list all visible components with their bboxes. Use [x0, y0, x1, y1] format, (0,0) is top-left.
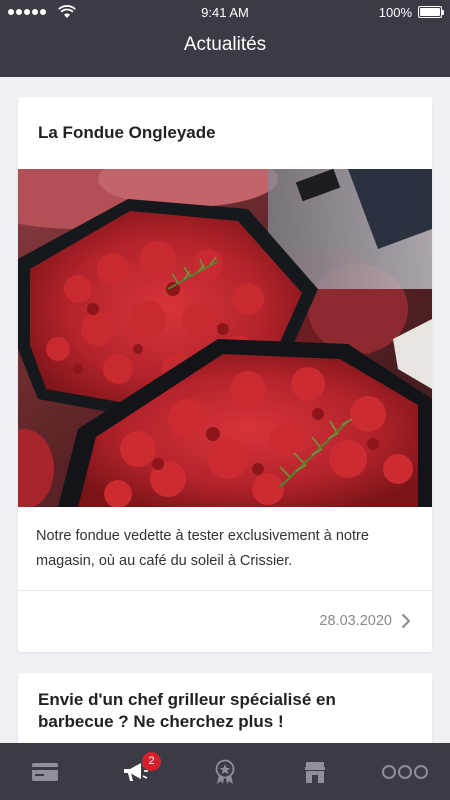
news-card-title: La Fondue Ongleyade	[38, 123, 216, 142]
news-card[interactable]: La Fondue Ongleyade Notre fondue vedette…	[18, 97, 432, 652]
divider	[18, 590, 432, 591]
header: 9:41 AM 100% Actualités	[0, 0, 450, 77]
shop-icon	[305, 761, 325, 783]
tab-news[interactable]: 2	[90, 743, 180, 800]
news-card-text: Notre fondue vedette à tester exclusivem…	[36, 528, 369, 569]
tab-more[interactable]	[360, 743, 450, 800]
marinated-beef-photo[interactable]	[18, 169, 432, 507]
tab-rewards[interactable]	[180, 743, 270, 800]
medal-icon	[215, 759, 235, 784]
page-title: Actualités	[183, 34, 267, 55]
battery-icon	[418, 6, 444, 18]
card-icon	[32, 762, 58, 781]
news-card-date: 28.03.2020	[319, 613, 392, 629]
news-card-title: Envie d'un chef grilleur spécialisé en b…	[38, 690, 336, 731]
more-icon	[382, 764, 428, 779]
tab-shop[interactable]	[270, 743, 360, 800]
news-card[interactable]: Envie d'un chef grilleur spécialisé en b…	[18, 673, 432, 743]
chevron-right-icon[interactable]	[400, 613, 412, 629]
tab-card[interactable]	[0, 743, 90, 800]
notification-badge: 2	[142, 752, 161, 771]
tab-bar: 2	[0, 743, 450, 800]
news-feed[interactable]: La Fondue Ongleyade Notre fondue vedette…	[0, 77, 450, 743]
battery-percentage: 100%	[378, 5, 412, 20]
status-bar: 9:41 AM 100%	[0, 0, 450, 26]
